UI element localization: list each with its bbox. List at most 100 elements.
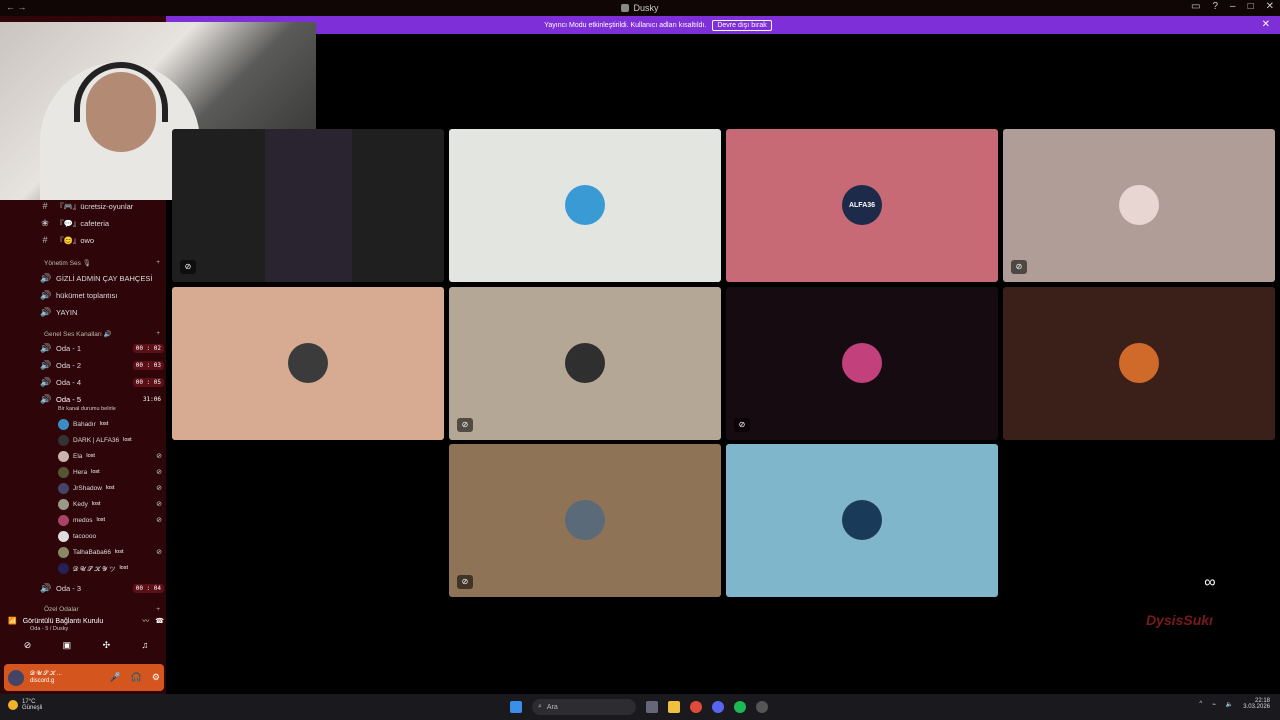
voice-channel-item[interactable]: 🔊 Oda - 3 00 : 04 xyxy=(40,581,164,595)
channel-timer-badge: 00 : 05 xyxy=(132,377,164,387)
channel-item[interactable]: # 『🎮』ücretsiz-oyunlar xyxy=(40,199,164,213)
nav-arrows-icon[interactable]: ← → xyxy=(6,2,27,12)
speaker-icon: 🔊 xyxy=(40,582,52,593)
speaker-icon: 🔊 xyxy=(40,272,52,283)
video-tile[interactable]: ⊘ xyxy=(449,287,721,440)
voice-channel-item-active[interactable]: 🔊 Oda - 5 31:06 xyxy=(40,392,164,406)
close-notice-icon[interactable]: ✕ xyxy=(1262,19,1270,30)
avatar xyxy=(58,546,69,558)
avatar xyxy=(565,343,605,383)
chevron-up-icon[interactable]: ^ xyxy=(1199,701,1202,707)
avatar xyxy=(565,500,605,540)
video-tile[interactable]: ⊘ xyxy=(172,129,444,282)
avatar xyxy=(842,343,882,383)
channel-timer-badge: 00 : 04 xyxy=(132,583,164,593)
channel-item[interactable]: # 『😊』owo xyxy=(40,233,164,247)
voice-channel-item[interactable]: 🔊 Oda - 4 00 : 05 xyxy=(40,375,164,389)
mute-icon: ⊘ xyxy=(156,453,162,460)
weather-widget[interactable]: 17°C Güneşli xyxy=(8,699,42,711)
file-explorer-icon[interactable] xyxy=(668,701,680,713)
microphone-icon[interactable]: 🎤 xyxy=(109,672,120,683)
inbox-icon[interactable]: ▭ xyxy=(1191,1,1200,12)
video-tile[interactable]: ⊘ xyxy=(726,287,998,440)
voice-channel-item[interactable]: 🔊 Oda - 1 00 : 02 xyxy=(40,341,164,355)
disconnect-icon[interactable]: ☎ xyxy=(155,617,164,625)
voice-user-row[interactable]: TalhaBaba66 lost ⊘ xyxy=(58,545,162,559)
voice-user-row[interactable]: 𝓓 𝓤 𝓢 𝓚 𝓨 ツ lost xyxy=(58,561,162,575)
add-channel-icon[interactable]: + xyxy=(156,259,160,267)
user-panel: 𝓓 𝓤 𝓢 𝓚 ... discord.g 🎤 🎧 ⚙ xyxy=(4,664,164,691)
maximize-icon[interactable]: □ xyxy=(1248,1,1254,12)
text-channel-icon: # xyxy=(42,201,48,211)
notice-text: Yayıncı Modu etkinleştirildi. Kullanıcı … xyxy=(544,21,707,29)
soundboard-icon[interactable]: ♫ xyxy=(142,640,149,658)
voice-user-row[interactable]: Ela lost ⊘ xyxy=(58,449,162,463)
activities-icon[interactable]: ✣ xyxy=(103,640,111,658)
mute-icon: ⊘ xyxy=(457,575,473,589)
speaker-icon: 🔊 xyxy=(40,342,52,353)
search-box[interactable]: ⌕ Ara xyxy=(532,699,636,715)
mute-icon: ⊘ xyxy=(180,260,196,274)
add-channel-icon[interactable]: + xyxy=(156,606,160,613)
voice-user-row[interactable]: tacoooo xyxy=(58,529,162,543)
voice-channel-item[interactable]: 🔊 Oda - 2 00 : 03 xyxy=(40,358,164,372)
help-icon[interactable]: ? xyxy=(1212,1,1218,12)
video-tile[interactable]: ⊘ xyxy=(1003,129,1275,282)
voice-channel-item[interactable]: 🔊 YAYIN xyxy=(40,305,164,319)
avatar xyxy=(58,418,69,430)
task-view-icon[interactable] xyxy=(646,701,658,713)
clan-tag: lost xyxy=(123,437,132,443)
voice-user-row[interactable]: Bahadır lost xyxy=(58,417,162,431)
video-tile[interactable]: ⊘ xyxy=(449,444,721,597)
app-icon[interactable] xyxy=(756,701,768,713)
video-tile[interactable]: ALFA36 xyxy=(726,129,998,282)
clan-tag: lost xyxy=(119,565,129,571)
noise-suppression-icon[interactable]: 〰 xyxy=(142,616,149,626)
start-icon[interactable] xyxy=(510,701,522,713)
clan-tag: lost xyxy=(91,501,101,507)
channel-status[interactable]: Bir kanal durumu belirle xyxy=(58,406,116,412)
avatar xyxy=(58,514,69,526)
category-genel[interactable]: Genel Ses Kanalları 🔊 + xyxy=(44,330,160,338)
voice-user-row[interactable]: Hera lost ⊘ xyxy=(58,465,162,479)
discord-icon[interactable] xyxy=(712,701,724,713)
mute-icon: ⊘ xyxy=(156,549,162,556)
camera-off-icon[interactable]: ⊘ xyxy=(24,640,32,658)
video-tile[interactable] xyxy=(726,444,998,597)
settings-gear-icon[interactable]: ⚙ xyxy=(152,672,160,683)
category-yonetim[interactable]: Yönetim Ses 🎙 + xyxy=(44,259,160,267)
close-window-icon[interactable]: ✕ xyxy=(1266,1,1274,12)
avatar[interactable] xyxy=(8,669,24,686)
voice-channel-item[interactable]: 🔊 hükümet toplantısı xyxy=(40,288,164,302)
speaker-icon: 🔊 xyxy=(40,393,52,404)
speaker-icon: 🔊 xyxy=(40,306,52,317)
avatar xyxy=(58,498,69,510)
chrome-icon[interactable] xyxy=(690,701,702,713)
mute-icon: ⊘ xyxy=(734,418,750,432)
forum-channel-icon: ❀ xyxy=(41,217,49,228)
voice-user-row[interactable]: Kedy lost ⊘ xyxy=(58,497,162,511)
clock[interactable]: 22:18 3.03.2026 xyxy=(1243,698,1270,710)
voice-user-row[interactable]: JrShadow lost ⊘ xyxy=(58,481,162,495)
screen-share-icon[interactable]: ▣ xyxy=(63,640,72,658)
voice-user-row[interactable]: medos lost ⊘ xyxy=(58,513,162,527)
mute-icon: ⊘ xyxy=(457,418,473,432)
category-ozel[interactable]: Özel Odalar + xyxy=(44,606,160,613)
volume-icon[interactable]: 🔈 xyxy=(1226,701,1233,708)
link-icon: ∞ xyxy=(1204,574,1216,591)
video-tile[interactable] xyxy=(449,129,721,282)
video-tile[interactable] xyxy=(1003,287,1275,440)
add-channel-icon[interactable]: + xyxy=(156,330,160,338)
network-icon[interactable]: ⌁ xyxy=(1212,701,1216,708)
disable-streamer-mode-button[interactable]: Devre dışı bırak xyxy=(712,19,772,31)
spotify-icon[interactable] xyxy=(734,701,746,713)
avatar xyxy=(58,530,69,542)
minimize-icon[interactable]: – xyxy=(1230,1,1236,12)
voice-actions: ⊘ ▣ ✣ ♫ xyxy=(8,640,164,658)
voice-channel-item[interactable]: 🔊 GİZLİ ADMİN ÇAY BAHÇESİ xyxy=(40,271,164,285)
channel-item[interactable]: ❀ 『💬』cafeteria xyxy=(40,216,164,230)
headphones-icon[interactable]: 🎧 xyxy=(131,672,142,683)
voice-user-row[interactable]: DARK | ALFA36 lost xyxy=(58,433,162,447)
video-tile[interactable] xyxy=(172,287,444,440)
clan-tag: lost xyxy=(91,469,100,475)
